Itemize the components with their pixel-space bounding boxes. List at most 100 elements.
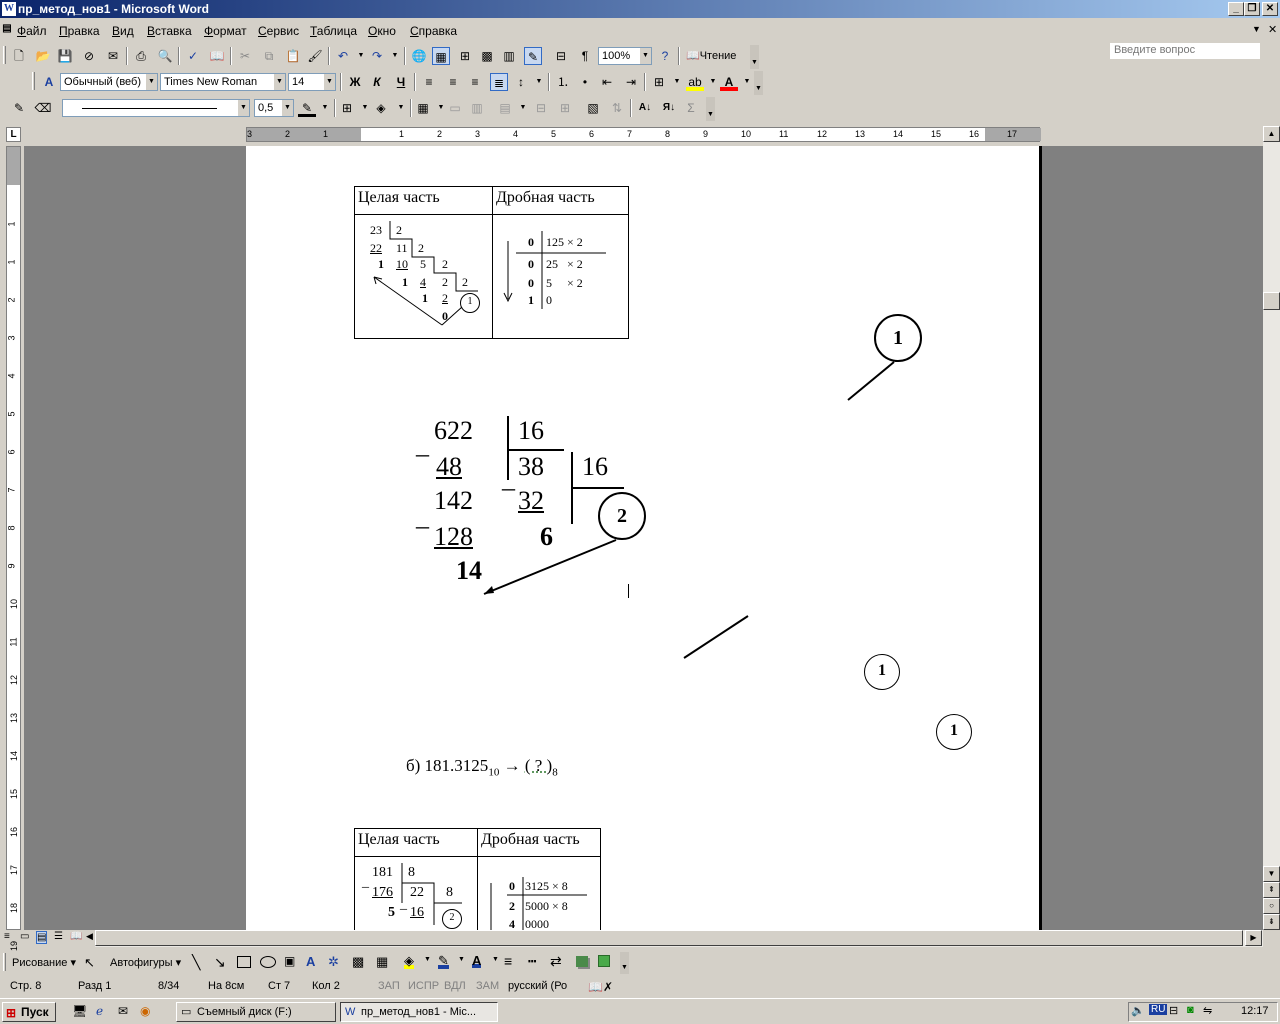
research-icon[interactable]: 📖 xyxy=(208,47,226,65)
align-center-icon[interactable]: ≡ xyxy=(444,73,462,91)
redo-icon[interactable]: ↷ xyxy=(368,47,386,65)
language-indicator[interactable]: RU xyxy=(1149,1004,1168,1015)
new-doc-icon[interactable]: 🗋 xyxy=(10,47,28,65)
insert-table-icon[interactable]: ⊞ xyxy=(456,47,474,65)
borders-icon[interactable]: ⊞ xyxy=(650,73,668,91)
menu-file[interactable]: Файл xyxy=(17,24,47,38)
font-size-combo[interactable]: 14 ▼ xyxy=(288,73,336,91)
word-app-icon[interactable]: W xyxy=(2,2,16,16)
drawing-icon[interactable]: ✎ xyxy=(524,47,542,65)
print-icon[interactable]: ⎙ xyxy=(132,47,150,65)
line-style-combo[interactable]: ▼ xyxy=(62,99,250,117)
border-color-dropdown-icon[interactable]: ▼ xyxy=(316,99,334,117)
task-word-document[interactable]: Wпр_метод_нов1 - Mic... xyxy=(340,1002,498,1022)
toolbar-options-icon[interactable]: ▼ xyxy=(750,45,759,69)
align-cell-dropdown-icon[interactable]: ▼ xyxy=(514,99,532,117)
next-page-icon[interactable]: ⇟ xyxy=(1263,914,1280,930)
close-button[interactable]: ✕ xyxy=(1262,2,1278,16)
scroll-down-icon[interactable]: ▼ xyxy=(1263,866,1280,882)
zoom-combo[interactable]: 100% ▼ xyxy=(598,47,652,65)
status-ext[interactable]: ВДЛ xyxy=(444,980,466,992)
spelling-status-icon[interactable]: 📖✗ xyxy=(588,980,613,994)
select-objects-icon[interactable]: ↖ xyxy=(84,955,95,971)
insert-excel-icon[interactable]: ▩ xyxy=(478,47,496,65)
menu-edit[interactable]: Правка xyxy=(59,24,100,38)
toolbar-grip[interactable] xyxy=(3,46,6,64)
line-weight-combo[interactable]: 0,5 ▼ xyxy=(254,99,294,117)
columns-icon[interactable]: ▥ xyxy=(500,47,518,65)
menu-format[interactable]: Формат xyxy=(204,24,247,38)
browse-object-icon[interactable]: ○ xyxy=(1263,898,1280,914)
maximize-button[interactable]: ❐ xyxy=(1244,2,1260,16)
open-icon[interactable]: 📂 xyxy=(34,47,52,65)
autoformat-icon[interactable]: ▧ xyxy=(584,99,602,117)
rectangle-tool-icon[interactable] xyxy=(237,956,251,968)
preview-icon[interactable]: 🔍 xyxy=(156,47,174,65)
menu-help[interactable]: Справка xyxy=(410,24,457,38)
toolbar-grip[interactable] xyxy=(3,953,6,971)
picture-icon[interactable]: ▦ xyxy=(376,954,388,970)
toolbar-options-icon[interactable]: ▼ xyxy=(620,952,629,974)
numbering-icon[interactable]: ⒈ xyxy=(554,73,572,91)
arrow-tool-icon[interactable]: ↘ xyxy=(214,954,226,971)
borders-dropdown-icon[interactable]: ▼ xyxy=(668,73,686,91)
drawing-menu-button[interactable]: Рисование ▾ xyxy=(12,956,76,969)
menu-table[interactable]: Таблица xyxy=(310,24,357,38)
underline-button[interactable]: Ч xyxy=(392,73,410,91)
save-icon[interactable]: 💾 xyxy=(56,47,74,65)
decrease-indent-icon[interactable]: ⇤ xyxy=(598,73,616,91)
menu-view[interactable]: Вид xyxy=(112,24,134,38)
prev-page-icon[interactable]: ⇞ xyxy=(1263,882,1280,898)
line-style-icon[interactable]: ≡ xyxy=(504,953,512,969)
sort-asc-icon[interactable]: A↓ xyxy=(636,99,654,117)
autosum-icon[interactable]: Σ xyxy=(682,99,700,117)
format-painter-icon[interactable]: 🖌 xyxy=(306,47,324,65)
draw-table-icon[interactable]: ✎ xyxy=(10,99,28,117)
toolbar-options-icon[interactable]: ▼ xyxy=(754,71,763,95)
text-direction-icon[interactable]: ⇅ xyxy=(608,99,626,117)
highlight-icon[interactable]: ab xyxy=(686,73,704,91)
font-color-icon[interactable]: A xyxy=(472,953,482,968)
tables-borders-icon[interactable]: ▦ xyxy=(432,47,450,65)
pilcrow-icon[interactable]: ¶ xyxy=(576,47,594,65)
vertical-ruler[interactable]: 1 1 2 3 4 5 6 7 8 9 10 11 12 13 14 15 16 17 18 19 xyxy=(6,146,21,951)
email-icon[interactable]: ✉ xyxy=(104,47,122,65)
network-icon[interactable]: ⊟ xyxy=(1169,1004,1178,1017)
print-view-icon[interactable]: ▤ xyxy=(36,931,48,944)
hyperlink-icon[interactable]: 🌐 xyxy=(410,47,428,65)
autoshapes-menu-button[interactable]: Автофигуры ▾ xyxy=(110,956,181,969)
line-spacing-icon[interactable]: ↕ xyxy=(512,73,530,91)
3d-icon[interactable] xyxy=(598,955,610,967)
diagram-icon[interactable]: ✲ xyxy=(328,954,339,970)
quicklaunch-ie-icon[interactable]: ℯ xyxy=(96,1004,103,1018)
menu-window[interactable]: Окно xyxy=(368,24,396,38)
toolbar-grip[interactable] xyxy=(32,72,35,90)
arrow-style-icon[interactable]: ⇄ xyxy=(550,953,562,970)
paste-icon[interactable]: 📋 xyxy=(284,47,302,65)
font-color-icon[interactable]: A xyxy=(720,73,738,91)
sort-desc-icon[interactable]: Я↓ xyxy=(660,99,678,117)
doc-close-icon[interactable]: ✕ xyxy=(1268,23,1277,36)
doc-map-icon[interactable]: ⊟ xyxy=(552,47,570,65)
distribute-rows-icon[interactable]: ⊟ xyxy=(532,99,550,117)
style-combo[interactable]: Обычный (веб) ▼ xyxy=(60,73,158,91)
clipart-icon[interactable]: ▩ xyxy=(352,954,364,970)
redo-dropdown-icon[interactable]: ▼ xyxy=(386,47,404,65)
increase-indent-icon[interactable]: ⇥ xyxy=(622,73,640,91)
shading-dropdown-icon[interactable]: ▼ xyxy=(392,99,410,117)
tray-app-icon[interactable]: ◙ xyxy=(1187,1004,1194,1016)
minimize-button[interactable]: _ xyxy=(1228,2,1244,16)
oval-tool-icon[interactable] xyxy=(260,956,276,968)
bullets-icon[interactable]: • xyxy=(576,73,594,91)
fill-dropdown-icon[interactable]: ▼ xyxy=(424,956,431,963)
horizontal-ruler[interactable]: 3 2 1 1 2 3 4 5 6 7 8 9 10 11 12 13 14 15 16 17 xyxy=(246,127,1041,142)
font-combo[interactable]: Times New Roman ▼ xyxy=(160,73,286,91)
fill-color-icon[interactable]: ◈ xyxy=(404,953,414,969)
merge-cells-icon[interactable]: ▭ xyxy=(446,99,464,117)
undo-icon[interactable]: ↶ xyxy=(334,47,352,65)
eraser-icon[interactable]: ⌫ xyxy=(34,99,52,117)
status-ovr[interactable]: ЗАМ xyxy=(476,980,499,992)
status-trk[interactable]: ИСПР xyxy=(408,980,439,992)
wordart-icon[interactable]: A xyxy=(306,954,315,969)
task-removable-disk[interactable]: ▭ Съемный диск (F:) xyxy=(176,1002,336,1022)
